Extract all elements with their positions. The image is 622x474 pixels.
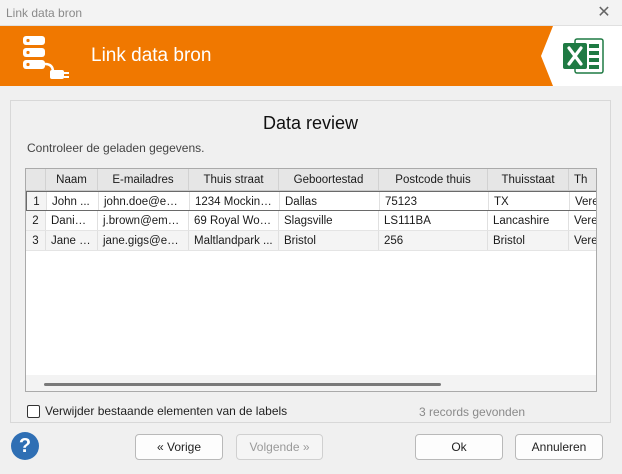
horizontal-scrollbar[interactable]: [26, 375, 596, 391]
table-cell[interactable]: Vere: [569, 231, 596, 250]
row-number: 2: [26, 211, 46, 230]
table-row[interactable]: 3 Jane G... jane.gigs@em... Maltlandpark…: [26, 231, 596, 251]
data-grid[interactable]: Naam E-mailadres Thuis straat Geboortest…: [25, 168, 597, 392]
table-row[interactable]: 1 John ... john.doe@em... 1234 Mocking..…: [26, 191, 596, 211]
table-cell[interactable]: Daniel...: [46, 211, 98, 230]
table-cell[interactable]: john.doe@em...: [99, 192, 190, 210]
table-cell[interactable]: 75123: [380, 192, 489, 210]
help-icon[interactable]: ?: [11, 432, 39, 460]
table-cell[interactable]: 69 Royal Worc...: [189, 211, 279, 230]
column-header[interactable]: Th: [569, 169, 596, 190]
table-cell[interactable]: Maltlandpark ...: [189, 231, 279, 250]
review-title: Data review: [262, 113, 359, 133]
cancel-button[interactable]: Annuleren: [515, 434, 603, 460]
row-number-header: [26, 169, 46, 190]
previous-button[interactable]: « Vorige: [135, 434, 223, 460]
table-cell[interactable]: Vere: [569, 211, 596, 230]
records-count: 3 records gevonden: [419, 405, 526, 419]
table-cell[interactable]: Vere: [570, 192, 596, 210]
banner-heading: Link data bron: [91, 45, 212, 66]
table-cell[interactable]: LS111BA: [379, 211, 488, 230]
table-cell[interactable]: John ...: [47, 192, 99, 210]
ok-button[interactable]: Ok: [415, 434, 503, 460]
excel-icon: [563, 38, 604, 74]
grid-header-row: Naam E-mailadres Thuis straat Geboortest…: [26, 169, 596, 191]
table-cell[interactable]: Lancashire: [488, 211, 569, 230]
remove-existing-option[interactable]: Verwijder bestaande elementen van de lab…: [27, 404, 287, 418]
table-cell[interactable]: Slagsville: [279, 211, 379, 230]
column-header[interactable]: Geboortestad: [279, 169, 379, 190]
column-header[interactable]: Thuisstaat: [488, 169, 569, 190]
review-subtitle: Controleer de geladen gegevens.: [27, 141, 205, 155]
window-title: Link data bron: [6, 6, 83, 20]
remove-existing-label[interactable]: Verwijder bestaande elementen van de lab…: [45, 404, 287, 418]
table-cell[interactable]: Bristol: [279, 231, 379, 250]
scrollbar-thumb[interactable]: [44, 383, 441, 386]
excel-badge: [541, 26, 622, 86]
table-cell[interactable]: 1234 Mocking...: [190, 192, 280, 210]
row-number: 3: [26, 231, 46, 250]
column-header[interactable]: Thuis straat: [189, 169, 279, 190]
database-plug-icon: [23, 36, 69, 79]
next-button[interactable]: Volgende »: [236, 434, 323, 460]
title-bar: Link data bron ✕: [0, 0, 622, 26]
header-banner: Link data bron: [0, 26, 622, 86]
table-cell[interactable]: jane.gigs@em...: [98, 231, 189, 250]
table-cell[interactable]: Dallas: [280, 192, 380, 210]
close-button[interactable]: ✕: [594, 3, 614, 23]
row-number: 1: [27, 192, 47, 210]
remove-existing-checkbox[interactable]: [27, 404, 40, 418]
table-cell[interactable]: 256: [379, 231, 488, 250]
table-cell[interactable]: Jane G...: [46, 231, 98, 250]
table-cell[interactable]: TX: [489, 192, 570, 210]
column-header[interactable]: E-mailadres: [98, 169, 189, 190]
table-cell[interactable]: Bristol: [488, 231, 569, 250]
table-cell[interactable]: j.brown@ema...: [98, 211, 189, 230]
column-header[interactable]: Naam: [46, 169, 98, 190]
column-header[interactable]: Postcode thuis: [379, 169, 488, 190]
table-row[interactable]: 2 Daniel... j.brown@ema... 69 Royal Worc…: [26, 211, 596, 231]
